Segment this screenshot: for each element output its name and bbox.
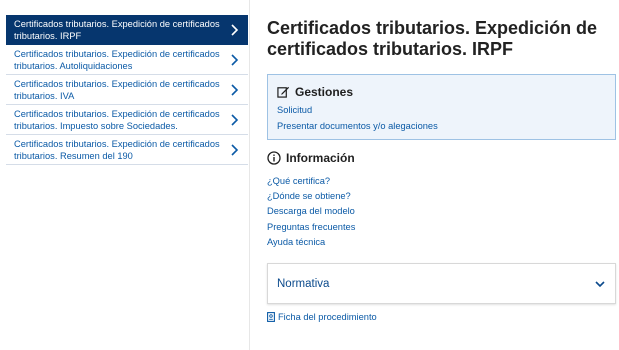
ficha-procedimiento-link[interactable]: Ficha del procedimiento	[267, 312, 377, 322]
informacion-section: Información ¿Qué certifica? ¿Dónde se ob…	[267, 150, 567, 248]
gestiones-box: Gestiones Solicitud Presentar documentos…	[267, 74, 616, 140]
solicitud-link[interactable]: Solicitud	[277, 105, 606, 116]
sidebar-item-iva[interactable]: Certificados tributarios. Expedición de …	[6, 75, 248, 105]
normativa-accordion[interactable]: Normativa	[267, 263, 616, 304]
ficha-label: Ficha del procedimiento	[278, 312, 377, 322]
sidebar-item-autoliquidaciones[interactable]: Certificados tributarios. Expedición de …	[6, 45, 248, 75]
gestiones-header: Gestiones	[277, 84, 606, 99]
chevron-right-icon	[228, 143, 240, 157]
sidebar-nav: Certificados tributarios. Expedición de …	[6, 15, 248, 165]
sidebar-item-label: Certificados tributarios. Expedición de …	[14, 109, 220, 131]
preguntas-frecuentes-link[interactable]: Preguntas frecuentes	[267, 222, 567, 233]
ayuda-tecnica-link[interactable]: Ayuda técnica	[267, 237, 567, 248]
presentar-documentos-link[interactable]: Presentar documentos y/o alegaciones	[277, 121, 606, 132]
page-title: Certificados tributarios. Expedición de …	[267, 18, 598, 59]
chevron-right-icon	[228, 53, 240, 67]
chevron-right-icon	[228, 113, 240, 127]
informacion-header: Información	[267, 150, 567, 166]
sidebar-item-label: Certificados tributarios. Expedición de …	[14, 139, 220, 161]
descarga-modelo-link[interactable]: Descarga del modelo	[267, 206, 567, 217]
info-icon	[267, 151, 281, 165]
chevron-right-icon	[228, 83, 240, 97]
main-content: Certificados tributarios. Expedición de …	[267, 18, 617, 322]
column-divider	[249, 0, 250, 350]
chevron-right-icon	[228, 23, 240, 37]
que-certifica-link[interactable]: ¿Qué certifica?	[267, 176, 567, 187]
normativa-label: Normativa	[277, 277, 330, 290]
sidebar-item-resumen-190[interactable]: Certificados tributarios. Expedición de …	[6, 135, 248, 165]
edit-icon	[277, 86, 290, 98]
sidebar-item-irpf[interactable]: Certificados tributarios. Expedición de …	[6, 15, 248, 45]
sidebar-item-label: Certificados tributarios. Expedición de …	[14, 79, 220, 101]
chevron-down-icon	[595, 280, 605, 287]
gestiones-heading: Gestiones	[295, 84, 354, 99]
sidebar-item-sociedades[interactable]: Certificados tributarios. Expedición de …	[6, 105, 248, 135]
sidebar-item-label: Certificados tributarios. Expedición de …	[14, 19, 220, 41]
document-icon	[267, 312, 275, 322]
informacion-heading: Información	[286, 151, 355, 165]
donde-se-obtiene-link[interactable]: ¿Dónde se obtiene?	[267, 191, 567, 202]
sidebar-item-label: Certificados tributarios. Expedición de …	[14, 49, 220, 71]
